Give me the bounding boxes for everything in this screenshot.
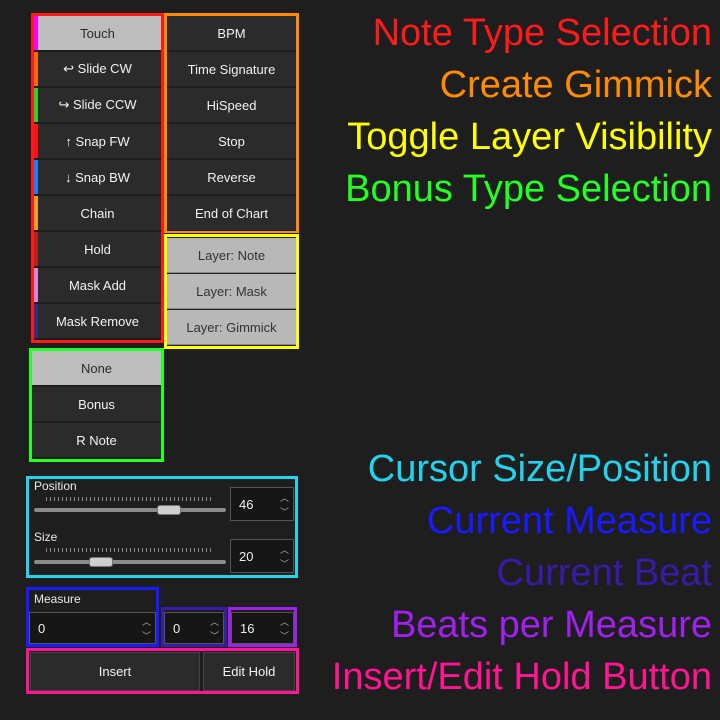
- note-type-4[interactable]: ↓ Snap BW: [34, 160, 161, 195]
- note-color-stripe: [34, 160, 38, 194]
- position-label: Position: [34, 479, 77, 493]
- note-type-5-label: Chain: [80, 205, 115, 221]
- beats-per-measure-value: 16: [240, 620, 255, 636]
- measure-label: Measure: [34, 592, 81, 606]
- layer-toggle-2[interactable]: Layer: Gimmick: [167, 310, 296, 345]
- gimmick-4-label: Reverse: [207, 169, 256, 185]
- gimmick-0[interactable]: BPM: [167, 16, 296, 51]
- size-up-icon[interactable]: ︿: [277, 542, 292, 556]
- beat-input[interactable]: 0 ︿ ﹀: [164, 612, 224, 644]
- gimmick-1-label: Time Signature: [187, 61, 276, 77]
- layer-toggle-0[interactable]: Layer: Note: [167, 238, 296, 273]
- gimmick-5-label: End of Chart: [195, 205, 268, 221]
- annotation-label: Current Measure: [426, 500, 712, 542]
- position-down-icon[interactable]: ﹀: [277, 504, 292, 518]
- size-slider-thumb[interactable]: [89, 557, 114, 567]
- note-type-4-label: ↓ Snap BW: [64, 169, 131, 185]
- note-color-stripe: [34, 304, 38, 338]
- gimmick-4[interactable]: Reverse: [167, 160, 296, 195]
- bonus-type-1-label: Bonus: [78, 396, 115, 412]
- size-label: Size: [34, 530, 58, 544]
- size-input[interactable]: 20 ︿ ﹀: [230, 539, 294, 573]
- beats-per-measure-input[interactable]: 16 ︿ ﹀: [231, 612, 294, 644]
- position-value: 46: [239, 496, 254, 512]
- position-ticks: [46, 497, 212, 501]
- note-type-6[interactable]: Hold: [34, 232, 161, 267]
- measure-down-icon[interactable]: ﹀: [139, 628, 154, 642]
- bonus-type-2-label: R Note: [76, 432, 117, 448]
- note-type-6-label: Hold: [84, 241, 111, 257]
- gimmick-2[interactable]: HiSpeed: [167, 88, 296, 123]
- annotation-label: Create Gimmick: [439, 64, 712, 106]
- note-color-stripe: [34, 88, 38, 122]
- position-slider-track[interactable]: [34, 508, 226, 512]
- note-color-stripe: [34, 124, 38, 158]
- annotation-label: Beats per Measure: [390, 604, 712, 646]
- bpm-down-icon[interactable]: ﹀: [277, 628, 292, 642]
- beat-up-icon[interactable]: ︿: [207, 614, 222, 628]
- bonus-type-0-label: None: [80, 360, 113, 376]
- note-type-0[interactable]: Touch: [34, 16, 161, 51]
- size-value: 20: [239, 548, 254, 564]
- layer-toggle-2-label: Layer: Gimmick: [186, 319, 277, 335]
- position-input[interactable]: 46 ︿ ﹀: [230, 487, 294, 521]
- size-ticks: [46, 548, 212, 552]
- note-type-7-label: Mask Add: [68, 277, 127, 293]
- beat-down-icon[interactable]: ﹀: [207, 628, 222, 642]
- note-type-1[interactable]: ↩ Slide CW: [34, 52, 161, 87]
- measure-input[interactable]: 0 ︿ ﹀: [29, 612, 156, 644]
- note-color-stripe: [34, 52, 38, 86]
- gimmick-0-label: BPM: [217, 25, 246, 41]
- bonus-type-0[interactable]: None: [32, 351, 161, 386]
- note-color-stripe: [34, 16, 38, 50]
- gimmick-3-label: Stop: [218, 133, 245, 149]
- annotation-label: Note Type Selection: [372, 12, 712, 54]
- measure-value: 0: [38, 620, 46, 636]
- edit-hold-button[interactable]: Edit Hold: [203, 652, 295, 691]
- bonus-type-2[interactable]: R Note: [32, 423, 161, 458]
- position-up-icon[interactable]: ︿: [277, 490, 292, 504]
- layer-toggle-1-label: Layer: Mask: [196, 283, 267, 299]
- gimmick-1[interactable]: Time Signature: [167, 52, 296, 87]
- gimmick-3[interactable]: Stop: [167, 124, 296, 159]
- beat-value: 0: [173, 620, 181, 636]
- note-color-stripe: [34, 196, 38, 230]
- note-type-0-label: Touch: [80, 25, 115, 41]
- annotation-label: Toggle Layer Visibility: [347, 116, 712, 158]
- annotation-label: Cursor Size/Position: [367, 448, 712, 490]
- note-type-2[interactable]: ↪ Slide CCW: [34, 88, 161, 123]
- bpm-up-icon[interactable]: ︿: [277, 614, 292, 628]
- size-down-icon[interactable]: ﹀: [277, 556, 292, 570]
- measure-up-icon[interactable]: ︿: [139, 614, 154, 628]
- insert-button[interactable]: Insert: [30, 652, 200, 691]
- note-type-3-label: ↑ Snap FW: [65, 133, 130, 149]
- note-type-5[interactable]: Chain: [34, 196, 161, 231]
- layer-toggle-1[interactable]: Layer: Mask: [167, 274, 296, 309]
- layer-toggle-0-label: Layer: Note: [197, 247, 266, 263]
- note-type-1-label: ↩ Slide CW: [63, 61, 132, 76]
- annotation-label: Insert/Edit Hold Button: [331, 656, 712, 698]
- note-type-8-label: Mask Remove: [55, 313, 140, 329]
- size-slider-track[interactable]: [34, 560, 226, 564]
- gimmick-2-label: HiSpeed: [206, 97, 257, 113]
- note-color-stripe: [34, 232, 38, 266]
- note-type-7[interactable]: Mask Add: [34, 268, 161, 303]
- annotation-label: Current Beat: [496, 552, 712, 594]
- note-type-2-label: ↪ Slide CCW: [58, 97, 137, 112]
- note-color-stripe: [34, 268, 38, 302]
- note-type-8[interactable]: Mask Remove: [34, 304, 161, 339]
- bonus-type-1[interactable]: Bonus: [32, 387, 161, 422]
- position-slider-thumb[interactable]: [156, 505, 181, 515]
- gimmick-5[interactable]: End of Chart: [167, 196, 296, 231]
- note-type-3[interactable]: ↑ Snap FW: [34, 124, 161, 159]
- annotation-label: Bonus Type Selection: [345, 168, 712, 210]
